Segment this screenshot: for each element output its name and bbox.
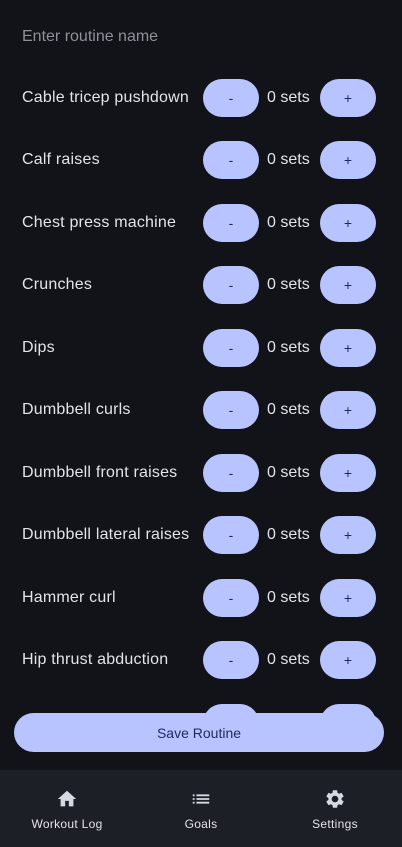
decrease-sets-button[interactable]: -	[203, 453, 259, 492]
sets-count: 0 sets	[267, 213, 310, 231]
exercise-row: Dumbbell front raises -0 sets +	[0, 442, 402, 505]
exercise-name: Hammer curl	[22, 588, 116, 606]
exercise-row: Dumbbell curls -0 sets +	[0, 379, 402, 442]
sets-count: 0 sets	[267, 151, 310, 169]
decrease-sets-button[interactable]: -	[203, 516, 259, 555]
decrease-sets-button[interactable]: -	[203, 266, 259, 305]
exercise-row: Dumbbell lateral raises -0 sets +	[0, 504, 402, 567]
nav-label: Goals	[184, 817, 218, 831]
exercise-row: Calf raises -0 sets +	[0, 129, 402, 192]
exercise-list[interactable]: Cable row-0 sets+Cable tricep pushdown-0…	[0, 60, 402, 757]
sets-count: 0 sets	[267, 338, 310, 356]
decrease-sets-button[interactable]: -	[203, 141, 259, 180]
exercise-name: Dumbbell curls	[22, 401, 131, 419]
sets-count: 0 sets	[267, 588, 310, 606]
increase-sets-button[interactable]: +	[320, 141, 376, 180]
routine-name-field	[0, 0, 402, 60]
increase-sets-button[interactable]: +	[320, 391, 376, 430]
increase-sets-button[interactable]: +	[320, 203, 376, 242]
exercise-row: Dips -0 sets +	[0, 317, 402, 380]
exercise-name: Cable tricep pushdown	[22, 88, 189, 106]
nav-label: Workout Log	[31, 817, 103, 831]
exercise-name: Dumbbell front raises	[22, 463, 178, 481]
sets-count: 0 sets	[267, 651, 310, 669]
exercise-row: Cable tricep pushdown -0 sets +	[0, 67, 402, 130]
exercise-name: Chest press machine	[22, 213, 177, 231]
decrease-sets-button[interactable]: -	[203, 203, 259, 242]
list-icon	[192, 794, 210, 804]
sets-count: 0 sets	[267, 88, 310, 106]
exercise-row: Crunches -0 sets +	[0, 254, 402, 317]
increase-sets-button[interactable]: +	[320, 453, 376, 492]
sets-count: 0 sets	[267, 526, 310, 544]
decrease-sets-button[interactable]: -	[203, 328, 259, 367]
routine-name-input[interactable]	[22, 28, 382, 46]
sets-count: 0 sets	[267, 401, 310, 419]
nav-item-settings[interactable]: Settings	[268, 770, 402, 847]
exercise-row: Hammer curl -0 sets +	[0, 567, 402, 630]
exercise-name: Hip thrust abduction	[22, 651, 169, 669]
decrease-sets-button[interactable]: -	[203, 578, 259, 617]
nav-item-goals[interactable]: Goals	[134, 770, 268, 847]
create-routine-screen: Cable row-0 sets+Cable tricep pushdown-0…	[0, 0, 402, 847]
home-icon	[57, 790, 77, 807]
increase-sets-button[interactable]: +	[320, 516, 376, 555]
exercise-name: Calf raises	[22, 151, 100, 169]
save-routine-button[interactable]: Save Routine	[14, 713, 384, 752]
nav-item-workout-log[interactable]: Workout Log	[0, 770, 134, 847]
sets-count: 0 sets	[267, 463, 310, 481]
exercise-name: Dips	[22, 338, 55, 356]
increase-sets-button[interactable]: +	[320, 78, 376, 117]
nav-label: Settings	[312, 817, 358, 831]
decrease-sets-button[interactable]: -	[203, 391, 259, 430]
decrease-sets-button[interactable]: -	[203, 78, 259, 117]
exercise-row: Chest press machine -0 sets +	[0, 192, 402, 255]
bottom-navigation: Workout Log Goals Settings	[0, 770, 402, 847]
sets-count: 0 sets	[267, 276, 310, 294]
gear-icon	[326, 790, 344, 808]
exercise-name: Dumbbell lateral raises	[22, 526, 190, 544]
increase-sets-button[interactable]: +	[320, 641, 376, 680]
exercise-name: Crunches	[22, 276, 93, 294]
increase-sets-button[interactable]: +	[320, 578, 376, 617]
increase-sets-button[interactable]: +	[320, 328, 376, 367]
exercise-row: Hip thrust abduction -0 sets +	[0, 629, 402, 692]
decrease-sets-button[interactable]: -	[203, 641, 259, 680]
increase-sets-button[interactable]: +	[320, 266, 376, 305]
